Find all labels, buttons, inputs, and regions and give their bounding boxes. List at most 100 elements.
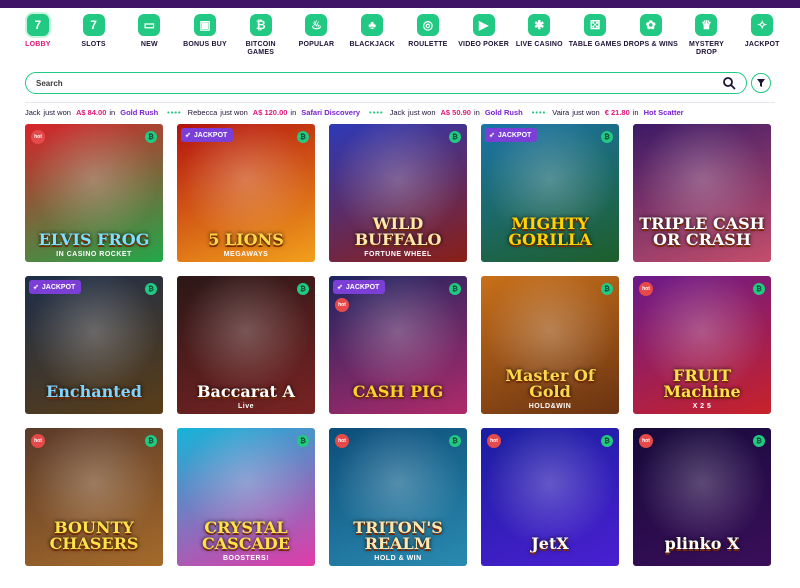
bitcoin-icon: ₿ <box>601 435 613 447</box>
nav-label: ROULETTE <box>408 41 448 48</box>
game-tile[interactable]: hot ₿ ELVIS FROG IN CASINO ROCKET <box>25 124 163 262</box>
ticker-name: Rebecca <box>187 107 218 117</box>
game-title: BOUNTY CHASERS <box>49 518 139 553</box>
ticker-entry: Rebecca just won A$ 120.00 in Safari Discove… <box>188 108 363 117</box>
slots-icon: 7 <box>82 14 105 36</box>
game-tile[interactable]: ₿ Baccarat A Live <box>177 276 315 414</box>
game-tile[interactable]: ➶ JACKPOT ₿ MIGHTY GORILLA <box>481 124 619 262</box>
nav-item-lobby[interactable]: 7 LOBBY <box>10 14 66 62</box>
game-title: JetX <box>531 534 569 553</box>
nav-item-live-casino[interactable]: ✱ LIVE CASINO <box>511 14 567 62</box>
game-tile[interactable]: TRIPLE CASH OR CRASH <box>633 124 771 262</box>
bitcoin-icon: ₿ <box>753 283 765 295</box>
bonus-buy-icon: ▣ <box>194 14 217 36</box>
game-tile[interactable]: hot ₿ BOUNTY CHASERS <box>25 428 163 566</box>
search-icon[interactable] <box>722 76 736 90</box>
game-tile[interactable]: hot ₿ JetX <box>481 428 619 566</box>
hot-badge: hot <box>487 434 501 448</box>
ticker-entry: Jack just won A$ 50.90 in Gold Rush <box>390 108 526 117</box>
top-bar <box>0 0 800 8</box>
hot-badge: hot <box>639 282 653 296</box>
nav-label: LIVE CASINO <box>515 41 563 48</box>
bitcoin-icon: ₿ <box>297 283 309 295</box>
ticker-entry: Vaira just won € 21.80 in Hot Scatter <box>552 108 686 117</box>
bitcoin-icon: ₿ <box>145 283 157 295</box>
ticker-name: Vaira <box>552 107 570 117</box>
winners-ticker: Jack just won A$ 84.00 in Gold Rush •••• Rebec… <box>25 106 775 118</box>
ticker-amount: A$ 120.00 <box>252 107 288 117</box>
mystery-drop-icon: ♛ <box>695 14 718 36</box>
jackpot-label: JACKPOT <box>193 131 228 139</box>
game-title: CASH PIG <box>352 382 444 401</box>
game-tile[interactable]: ➶ JACKPOT ₿ 5 LIONS MEGAWAYS <box>177 124 315 262</box>
game-title: ELVIS FROG <box>38 230 150 249</box>
jackpot-badge: ➶ JACKPOT <box>333 280 386 294</box>
jackpot-label: JACKPOT <box>497 131 532 139</box>
game-tile[interactable]: ₿ CRYSTAL CASCADE BOOSTERS! <box>177 428 315 566</box>
game-tile[interactable]: ➶ JACKPOT ₿ Enchanted <box>25 276 163 414</box>
nav-item-new[interactable]: ▭ NEW <box>121 14 177 62</box>
game-subtitle: FORTUNE WHEEL <box>364 251 432 258</box>
filter-button[interactable] <box>751 73 771 93</box>
ticker-separator: •••• <box>531 107 547 117</box>
nav-label: DROPS & WINS <box>623 41 679 48</box>
rocket-icon: ➶ <box>489 132 495 139</box>
search-input[interactable] <box>36 78 722 88</box>
video-poker-icon: ▶ <box>472 14 495 36</box>
ticker-separator: •••• <box>369 107 384 117</box>
nav-item-bonus-buy[interactable]: ▣ BONUS BUY <box>177 14 233 62</box>
game-title: plinko X <box>664 534 740 553</box>
game-subtitle: Live <box>237 403 254 410</box>
ticker-game[interactable]: Safari Discovery <box>301 108 360 117</box>
jackpot-badge: ➶ JACKPOT <box>29 280 82 294</box>
game-title: FRUIT Machine <box>663 366 741 401</box>
jackpot-icon: ✧ <box>751 14 774 36</box>
nav-item-blackjack[interactable]: ♣ BLACKJACK <box>344 14 400 62</box>
game-subtitle: X 2 5 <box>692 403 712 410</box>
nav-label: POPULAR <box>298 41 335 48</box>
nav-item-video-poker[interactable]: ▶ VIDEO POKER <box>456 14 512 62</box>
nav-item-popular[interactable]: ♨ POPULAR <box>289 14 345 62</box>
nav-item-table-games[interactable]: ⚄ TABLE GAMES <box>567 14 623 62</box>
ticker-game[interactable]: Hot Scatter <box>644 108 684 117</box>
ticker-amount: € 21.80 <box>604 107 630 117</box>
bitcoin-icon: ₿ <box>601 131 613 143</box>
game-tile[interactable]: hot ₿ plinko X <box>633 428 771 566</box>
ticker-name: Jack <box>25 107 41 117</box>
nav-item-roulette[interactable]: ◎ ROULETTE <box>400 14 456 62</box>
jackpot-label: JACKPOT <box>41 283 76 291</box>
nav-item-slots[interactable]: 7 SLOTS <box>66 14 122 62</box>
divider <box>25 102 775 103</box>
game-tile[interactable]: ➶ JACKPOT hot ₿ CASH PIG <box>329 276 467 414</box>
game-subtitle: MEGAWAYS <box>223 251 269 258</box>
ticker-amount: A$ 84.00 <box>75 107 107 117</box>
nav-item-drops-wins[interactable]: ✿ DROPS & WINS <box>623 14 679 62</box>
ticker-game[interactable]: Gold Rush <box>120 108 158 117</box>
filter-icon <box>757 79 765 87</box>
nav-label: NEW <box>140 41 158 48</box>
game-title: 5 LIONS <box>208 230 284 249</box>
bitcoin-icon: ₿ <box>449 435 461 447</box>
nav-item-jackpot[interactable]: ✧ JACKPOT <box>734 14 790 62</box>
game-tile[interactable]: ₿ WILD BUFFALO FORTUNE WHEEL <box>329 124 467 262</box>
game-tile[interactable]: hot ₿ FRUIT Machine X 2 5 <box>633 276 771 414</box>
ticker-game[interactable]: Gold Rush <box>485 108 523 117</box>
ticker-text: just won <box>43 107 71 117</box>
jackpot-badge: ➶ JACKPOT <box>485 128 538 142</box>
ticker-in: in <box>290 107 297 117</box>
ticker-text: just won <box>572 107 600 117</box>
bitcoin-icon: ₿ <box>145 435 157 447</box>
game-tile[interactable]: hot ₿ TRITON'S REALM HOLD & WIN <box>329 428 467 566</box>
nav-label: BONUS BUY <box>183 41 227 48</box>
table-games-icon: ⚄ <box>584 14 607 36</box>
nav-label: VIDEO POKER <box>458 41 510 48</box>
ticker-in: in <box>109 107 116 117</box>
nav-item-bitcoin-games[interactable]: ₿ BITCOIN GAMES <box>233 14 289 62</box>
game-tile[interactable]: ₿ Master Of Gold HOLD&WIN <box>481 276 619 414</box>
bitcoin-icon: ₿ <box>449 283 461 295</box>
ticker-in: in <box>632 107 639 117</box>
game-title: Enchanted <box>46 382 142 401</box>
ticker-separator: •••• <box>167 107 182 117</box>
game-title: TRIPLE CASH OR CRASH <box>639 214 765 249</box>
nav-item-mystery-drop[interactable]: ♛ MYSTERY DROP <box>679 14 735 62</box>
